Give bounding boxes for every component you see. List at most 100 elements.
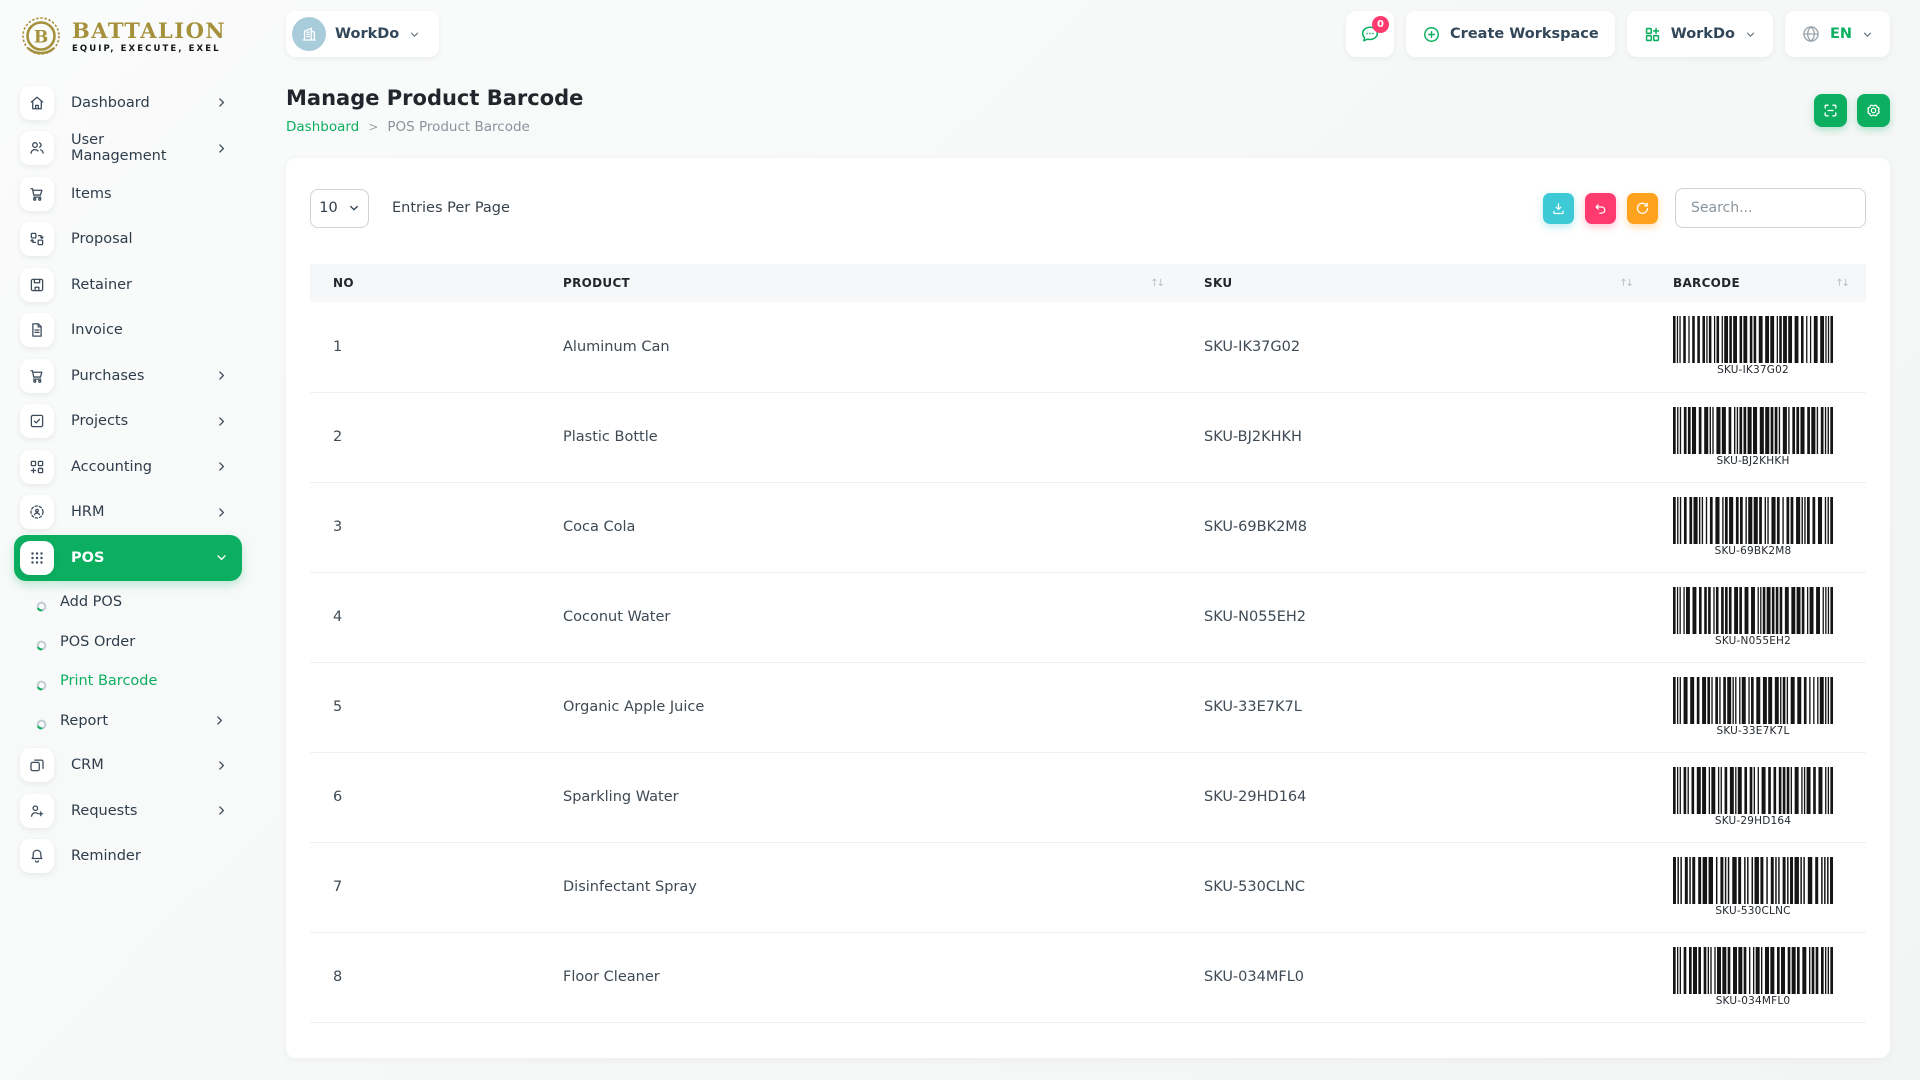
building-icon	[300, 25, 318, 43]
download-icon	[1551, 201, 1566, 216]
barcode-label: SKU-N055EH2	[1673, 635, 1833, 647]
barcode-table: NOPRODUCT↑↓SKU↑↓BARCODE↑↓ 1Aluminum CanS…	[310, 264, 1866, 1023]
sort-icon[interactable]: ↑↓	[1619, 278, 1640, 289]
column-header-sku[interactable]: SKU↑↓	[1181, 264, 1650, 302]
sidebar-nav: DashboardUser Management Items Proposal Ret…	[14, 80, 258, 879]
table-row: 3Coca ColaSKU-69BK2M8SKU-69BK2M8	[310, 482, 1866, 572]
sidebar-subitem-report[interactable]: Report	[14, 701, 242, 741]
table-row: 7Disinfectant SpraySKU-530CLNCSKU-530CLN…	[310, 842, 1866, 932]
brand-logo[interactable]: B BATTALION EQUIP, EXECUTE, EXEL	[14, 8, 258, 66]
refresh-button[interactable]	[1627, 193, 1658, 224]
svg-text:B: B	[34, 28, 48, 48]
sidebar-subitem-pos-order[interactable]: POS Order	[14, 622, 242, 662]
brand-tagline: EQUIP, EXECUTE, EXEL	[72, 44, 226, 54]
table-row: 1Aluminum CanSKU-IK37G02SKU-IK37G02	[310, 302, 1866, 392]
sidebar-item-label: POS	[71, 550, 104, 566]
chevron-right-icon	[215, 804, 228, 817]
column-header-no: NO	[310, 264, 540, 302]
barcode-scan-button[interactable]	[1814, 94, 1847, 127]
sidebar-item-retainer[interactable]: Retainer	[14, 262, 242, 308]
workspace-selector[interactable]: WorkDo	[286, 11, 439, 57]
sidebar-item-pos[interactable]: POS	[14, 535, 242, 581]
submenu-bullet-icon	[36, 597, 47, 608]
table-row: 2Plastic BottleSKU-BJ2KHKHSKU-BJ2KHKH	[310, 392, 1866, 482]
sidebar-item-label: Projects	[71, 413, 128, 429]
entries-per-page-select[interactable]: 10	[310, 189, 369, 228]
breadcrumb: Dashboard > POS Product Barcode	[286, 119, 583, 135]
sidebar-item-label: CRM	[71, 757, 104, 773]
row-number: 4	[310, 572, 540, 662]
workspace-dropdown[interactable]: WorkDo	[1627, 11, 1773, 57]
barcode-image: SKU-BJ2KHKH	[1673, 407, 1833, 467]
settings-button[interactable]	[1857, 94, 1890, 127]
sort-icon[interactable]: ↑↓	[1150, 278, 1171, 289]
sidebar-item-user-management[interactable]: User Management	[14, 126, 242, 172]
sidebar-subitem-print-barcode[interactable]: Print Barcode	[14, 662, 242, 702]
sidebar-item-accounting[interactable]: Accounting	[14, 444, 242, 490]
chevron-down-icon	[408, 28, 421, 41]
barcode-label: SKU-530CLNC	[1673, 905, 1833, 917]
sidebar-item-label: Proposal	[71, 231, 133, 247]
column-header-barcode[interactable]: BARCODE↑↓	[1650, 264, 1866, 302]
sidebar-item-label: Retainer	[71, 277, 132, 293]
purchases-cart-icon	[20, 359, 54, 393]
sidebar-item-label: Reminder	[71, 848, 141, 864]
refresh-icon	[1635, 201, 1650, 216]
accounting-grid-icon	[20, 450, 54, 484]
sidebar-item-dashboard[interactable]: Dashboard	[14, 80, 242, 126]
row-number: 2	[310, 392, 540, 482]
sort-icon[interactable]: ↑↓	[1835, 278, 1856, 289]
pos-grid-dots-icon	[20, 541, 54, 575]
brand-emblem-icon: B	[18, 14, 64, 60]
table-header-row: NOPRODUCT↑↓SKU↑↓BARCODE↑↓	[310, 264, 1866, 302]
create-workspace-label: Create Workspace	[1450, 26, 1599, 42]
breadcrumb-dashboard-link[interactable]: Dashboard	[286, 119, 359, 135]
sidebar-item-label: Requests	[71, 803, 137, 819]
page-title: Manage Product Barcode	[286, 86, 583, 110]
export-download-button[interactable]	[1543, 193, 1574, 224]
sidebar-subitem-add-pos[interactable]: Add POS	[14, 583, 242, 623]
workspace-dropdown-label: WorkDo	[1671, 26, 1735, 42]
barcode-image: SKU-29HD164	[1673, 767, 1833, 827]
sidebar-item-items[interactable]: Items	[14, 171, 242, 217]
sidebar-item-reminder[interactable]: Reminder	[14, 834, 242, 880]
home-icon	[20, 86, 54, 120]
sidebar-item-proposal[interactable]: Proposal	[14, 217, 242, 263]
workspace-avatar	[292, 17, 326, 51]
sidebar: B BATTALION EQUIP, EXECUTE, EXEL Dashboa…	[0, 0, 258, 1080]
row-number: 3	[310, 482, 540, 572]
sidebar-item-purchases[interactable]: Purchases	[14, 353, 242, 399]
sidebar-item-label: Invoice	[71, 322, 123, 338]
sidebar-item-projects[interactable]: Projects	[14, 399, 242, 445]
reset-button[interactable]	[1585, 193, 1616, 224]
submenu-bullet-icon	[36, 636, 47, 647]
sidebar-item-invoice[interactable]: Invoice	[14, 308, 242, 354]
chevron-down-icon	[1744, 28, 1757, 41]
invoice-document-icon	[20, 313, 54, 347]
product-name: Coconut Water	[540, 572, 1181, 662]
language-selector[interactable]: EN	[1785, 11, 1890, 57]
sidebar-item-label: Items	[71, 186, 112, 202]
barcode-image: SKU-034MFL0	[1673, 947, 1833, 1007]
sidebar-item-label: Purchases	[71, 368, 144, 384]
messages-button[interactable]: 0	[1346, 11, 1394, 57]
entries-per-page-label: Entries Per Page	[392, 200, 510, 216]
product-name: Disinfectant Spray	[540, 842, 1181, 932]
search-input[interactable]	[1675, 188, 1866, 228]
items-cart-icon	[20, 177, 54, 211]
column-header-product[interactable]: PRODUCT↑↓	[540, 264, 1181, 302]
sidebar-item-crm[interactable]: CRM	[14, 743, 242, 789]
create-workspace-button[interactable]: Create Workspace	[1406, 11, 1615, 57]
product-sku: SKU-IK37G02	[1181, 302, 1650, 392]
sidebar-item-requests[interactable]: Requests	[14, 788, 242, 834]
top-bar: WorkDo 0 Create Workspace	[258, 0, 1920, 58]
requests-user-plus-icon	[20, 794, 54, 828]
language-label: EN	[1830, 26, 1852, 42]
workspace-selector-label: WorkDo	[335, 26, 399, 42]
barcode-label: SKU-BJ2KHKH	[1673, 455, 1833, 467]
globe-icon	[1801, 24, 1821, 44]
product-sku: SKU-530CLNC	[1181, 842, 1650, 932]
sidebar-item-hrm[interactable]: HRM	[14, 490, 242, 536]
undo-icon	[1593, 201, 1608, 216]
barcode-image: SKU-69BK2M8	[1673, 497, 1833, 557]
